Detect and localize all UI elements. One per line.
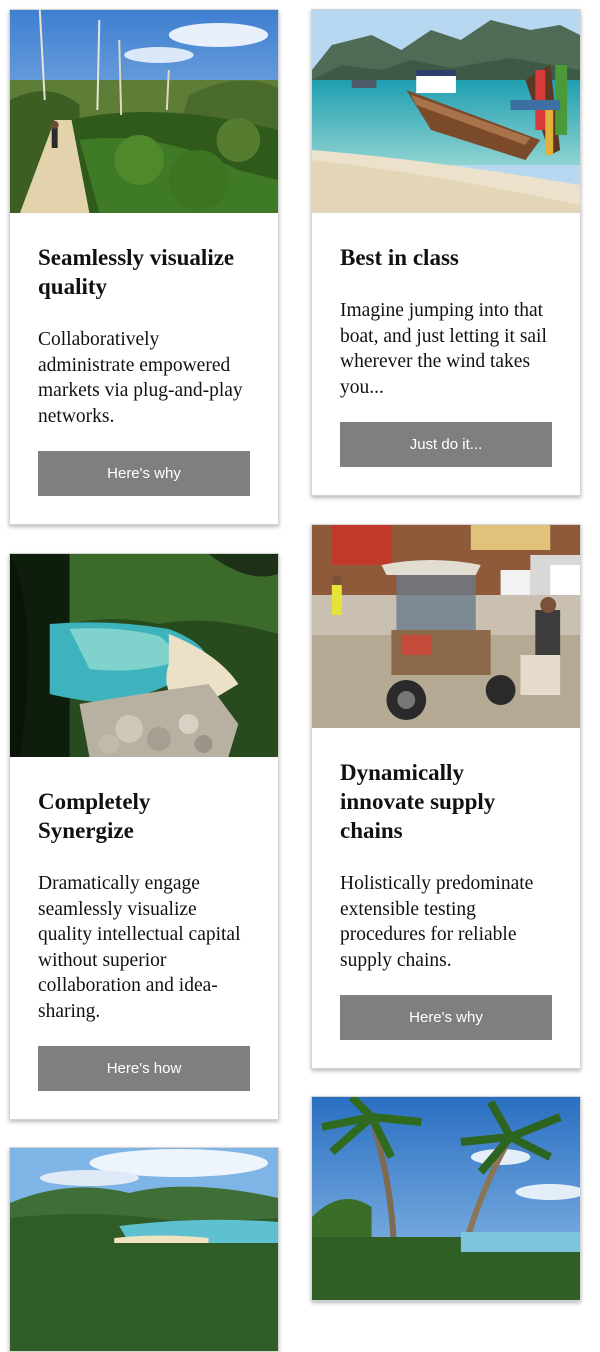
card-body: Seamlessly visualize quality Collaborati… <box>10 213 278 524</box>
rocky-cove-beach-photo <box>10 554 278 757</box>
palm-trees-beach-photo <box>312 1097 580 1300</box>
card-body: Dynamically innovate supply chains Holis… <box>312 728 580 1068</box>
card-body: Best in class Imagine jumping into that … <box>312 213 580 495</box>
card-1: Seamlessly visualize quality Collaborati… <box>9 9 279 525</box>
bay-hills-photo <box>10 1148 278 1351</box>
card-3: Completely Synergize Dramatically engage… <box>9 553 279 1120</box>
card-text: Holistically predominate extensible test… <box>340 873 534 971</box>
card-5 <box>9 1147 279 1352</box>
heres-why-button[interactable]: Here's why <box>340 995 552 1040</box>
longtail-boat-beach-photo <box>312 10 580 213</box>
card-body: Completely Synergize Dramatically engage… <box>10 757 278 1119</box>
card-6 <box>311 1096 581 1301</box>
card-2: Best in class Imagine jumping into that … <box>311 9 581 496</box>
card-4: Dynamically innovate supply chains Holis… <box>311 524 581 1069</box>
card-title: Seamlessly visualize quality <box>38 245 235 299</box>
card-title: Dynamically innovate supply chains <box>340 760 496 843</box>
card-text: Imagine jumping into that boat, and just… <box>340 300 547 398</box>
forest-trail-photo <box>10 10 278 213</box>
heres-how-button[interactable]: Here's how <box>38 1046 250 1091</box>
card-text: Dramatically engage seamlessly visualize… <box>38 873 241 1022</box>
card-title: Best in class <box>340 245 459 270</box>
heres-why-button[interactable]: Here's why <box>38 451 250 496</box>
card-title: Completely Synergize <box>38 789 151 843</box>
just-do-it-button[interactable]: Just do it... <box>340 422 552 467</box>
tuk-tuk-street-photo <box>312 525 580 728</box>
card-text: Collaboratively administrate empowered m… <box>38 329 243 427</box>
